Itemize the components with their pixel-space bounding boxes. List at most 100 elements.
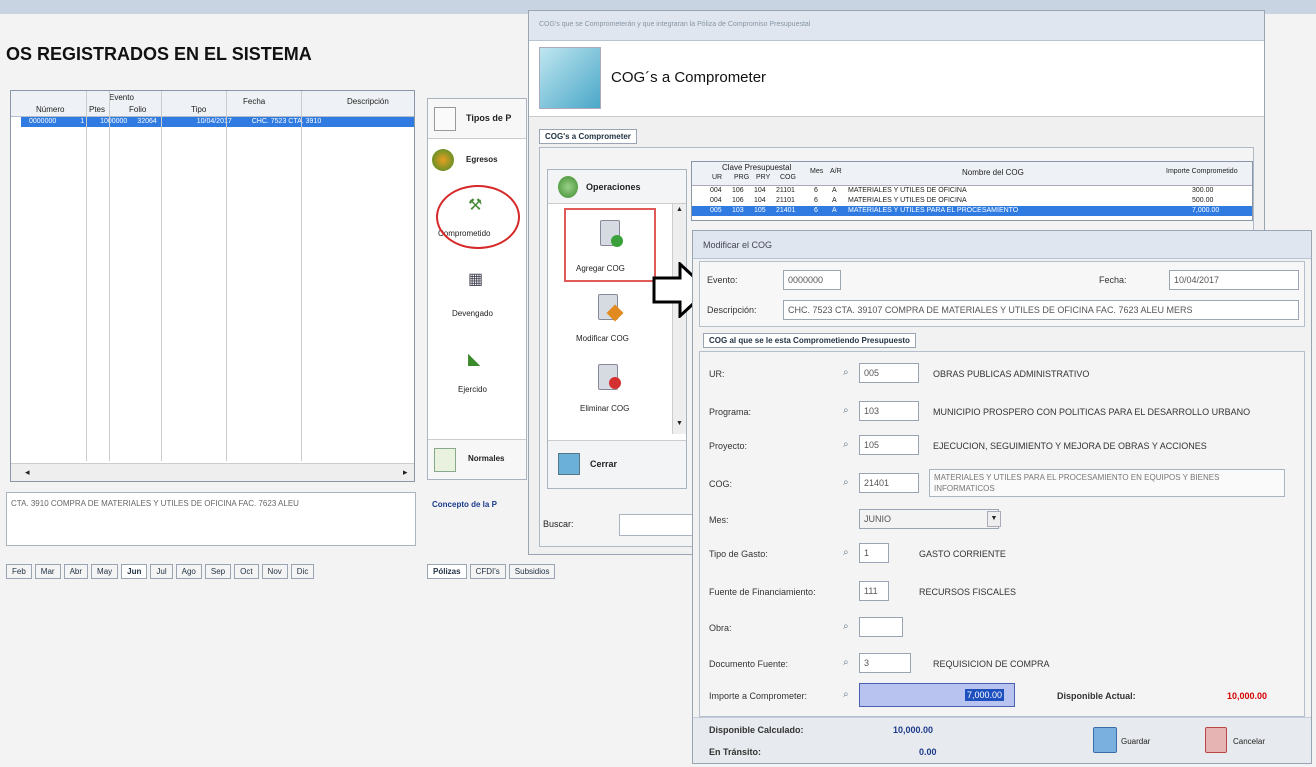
normales-item[interactable]: Normales	[428, 439, 526, 479]
buscar-input[interactable]	[619, 514, 699, 536]
red-circle-annotation	[436, 185, 520, 249]
tab-cog-comprometiendo[interactable]: COG al que se le esta Comprometiendo Pre…	[703, 333, 916, 348]
tab-month[interactable]: Nov	[261, 564, 288, 579]
scroll-down-icon[interactable]: ▼	[676, 420, 683, 427]
col-ar: A/R	[830, 168, 842, 175]
tab-month[interactable]: Dic	[290, 564, 315, 579]
tab-month[interactable]: Sep	[204, 564, 232, 579]
grid-line	[86, 91, 87, 461]
evento-label: Evento:	[707, 275, 738, 285]
col-fecha[interactable]: Fecha	[243, 97, 265, 106]
programa-description: MUNICIPIO PROSPERO CON POLITICAS PARA EL…	[933, 407, 1251, 417]
types-panel: Tipos de P Egresos ⚒ Comprometido ▦ Deve…	[427, 98, 527, 480]
table-row[interactable]: 005 103 105 21401 6 A MATERIALES Y UTILES PARA…	[692, 206, 1252, 216]
tab-month[interactable]: Mar	[34, 564, 61, 579]
search-icon[interactable]: ⌕	[843, 439, 855, 451]
search-icon[interactable]: ⌕	[843, 621, 855, 633]
tab-month[interactable]: Abr	[63, 564, 89, 579]
proyecto-field[interactable]: 105	[859, 435, 919, 455]
horizontal-scrollbar[interactable]: ◂ ▸	[11, 463, 414, 481]
tab-polizas[interactable]: Pólizas	[427, 564, 467, 579]
table-row[interactable]: 0000000 1 1000000 32064 10/04/2017 CHC. …	[21, 117, 414, 127]
search-icon[interactable]: ⌕	[843, 477, 855, 489]
en-transito-label: En Tránsito:	[709, 747, 762, 757]
cell-ur: 005	[710, 207, 722, 214]
search-icon[interactable]: ⌕	[843, 547, 855, 559]
guardar-label: Guardar	[1121, 737, 1151, 746]
col-ptes[interactable]: Ptes	[89, 105, 105, 114]
eliminar-cog-button[interactable]: Eliminar COG	[564, 360, 656, 426]
guardar-button[interactable]: Guardar	[1089, 723, 1161, 757]
scroll-up-icon[interactable]: ▲	[676, 206, 683, 213]
fuente-field[interactable]: 111	[859, 581, 889, 601]
tab-month[interactable]: Jun	[121, 564, 148, 579]
agregar-cog-icon	[600, 220, 623, 247]
cancelar-button[interactable]: Cancelar	[1201, 723, 1279, 757]
obra-field[interactable]	[859, 617, 903, 637]
disponible-calculado-value: 10,000.00	[893, 725, 934, 735]
documento-field[interactable]: 3	[859, 653, 911, 673]
descripcion-field[interactable]: CHC. 7523 CTA. 39107 COMPRA DE MATERIALE…	[783, 300, 1299, 320]
ejercido-label: Ejercido	[458, 385, 487, 394]
types-icon	[434, 107, 456, 131]
mes-select[interactable]: JUNIO	[859, 509, 999, 529]
tab-cogs-comprometer[interactable]: COG's a Comprometer	[539, 129, 637, 144]
programa-field[interactable]: 103	[859, 401, 919, 421]
egresos-item[interactable]: Egresos	[428, 145, 526, 175]
chevron-down-icon[interactable]: ▼	[987, 511, 1001, 527]
cog-field[interactable]: 21401	[859, 473, 919, 493]
col-evento[interactable]: Evento	[109, 93, 134, 102]
col-numero[interactable]: Número	[36, 105, 64, 114]
obra-label: Obra:	[709, 623, 732, 633]
tab-month[interactable]: Ago	[175, 564, 202, 579]
tipo-gasto-field[interactable]: 1	[859, 543, 889, 563]
agregar-cog-button[interactable]: Agregar COG	[564, 208, 656, 282]
ur-field[interactable]: 005	[859, 363, 919, 383]
col-ur: UR	[712, 174, 723, 181]
cerrar-button[interactable]: Cerrar	[548, 440, 686, 488]
tab-month[interactable]: May	[91, 564, 119, 579]
table-row[interactable]: 004 106 104 21101 6 A MATERIALES Y UTILES DE O…	[692, 186, 1252, 196]
row-numero: 0000000	[29, 118, 57, 125]
ejercido-item[interactable]: ◣ Ejercido	[438, 349, 516, 399]
concept-textbox[interactable]: CTA. 3910 COMPRA DE MATERIALES Y UTILES …	[6, 492, 416, 546]
col-clave: Clave Presupuestal	[722, 163, 792, 172]
col-importe: Importe Comprometido	[1166, 168, 1238, 175]
tab-month[interactable]: Feb	[6, 564, 32, 579]
scroll-left-icon[interactable]: ◂	[25, 467, 30, 478]
modificar-cog-button[interactable]: Modificar COG	[564, 290, 656, 360]
scroll-right-icon[interactable]: ▸	[403, 467, 408, 478]
col-descripcion[interactable]: Descripción	[347, 97, 389, 106]
cog-grid-header: Clave Presupuestal UR PRG PRY COG Mes A/…	[692, 162, 1252, 186]
types-header: Tipos de P	[428, 99, 526, 139]
documento-description: REQUISICION DE COMPRA	[933, 659, 1050, 669]
importe-label: Importe a Comprometer:	[709, 691, 808, 701]
col-tipo[interactable]: Tipo	[191, 105, 206, 114]
cog-header-title: COG´s a Comprometer	[611, 69, 767, 86]
fecha-field[interactable]: 10/04/2017	[1169, 270, 1299, 290]
table-row[interactable]: 004 106 104 21101 6 A MATERIALES Y UTILES DE O…	[692, 196, 1252, 206]
cell-nombre: MATERIALES Y UTILES DE OFICINA	[848, 197, 967, 204]
col-prg: PRG	[734, 174, 750, 181]
devengado-item[interactable]: ▦ Devengado	[438, 269, 516, 319]
search-icon[interactable]: ⌕	[843, 657, 855, 669]
cerrar-label: Cerrar	[590, 459, 618, 469]
disponible-actual-label: Disponible Actual:	[1057, 691, 1136, 701]
operaciones-scrollbar[interactable]: ▲ ▼	[672, 204, 686, 434]
search-icon[interactable]: ⌕	[843, 405, 855, 417]
evento-field[interactable]: 0000000	[783, 270, 841, 290]
cell-ar: A	[832, 187, 837, 194]
normales-icon	[434, 448, 456, 472]
tab-subsidios[interactable]: Subsidios	[508, 564, 556, 579]
tab-cfdis[interactable]: CFDI's	[469, 564, 506, 579]
tab-month[interactable]: Oct	[234, 564, 259, 579]
proyecto-label: Proyecto:	[709, 441, 748, 451]
importe-field[interactable]: 7,000.00	[859, 683, 1015, 707]
search-icon[interactable]: ⌕	[843, 367, 855, 379]
tab-month[interactable]: Jul	[150, 564, 173, 579]
col-folio[interactable]: Folio	[129, 105, 146, 114]
cell-prv: 104	[754, 187, 766, 194]
search-icon[interactable]: ⌕	[843, 689, 855, 701]
mes-label: Mes:	[709, 515, 729, 525]
events-grid: Evento Número Ptes Folio Tipo Fecha Desc…	[10, 90, 415, 482]
